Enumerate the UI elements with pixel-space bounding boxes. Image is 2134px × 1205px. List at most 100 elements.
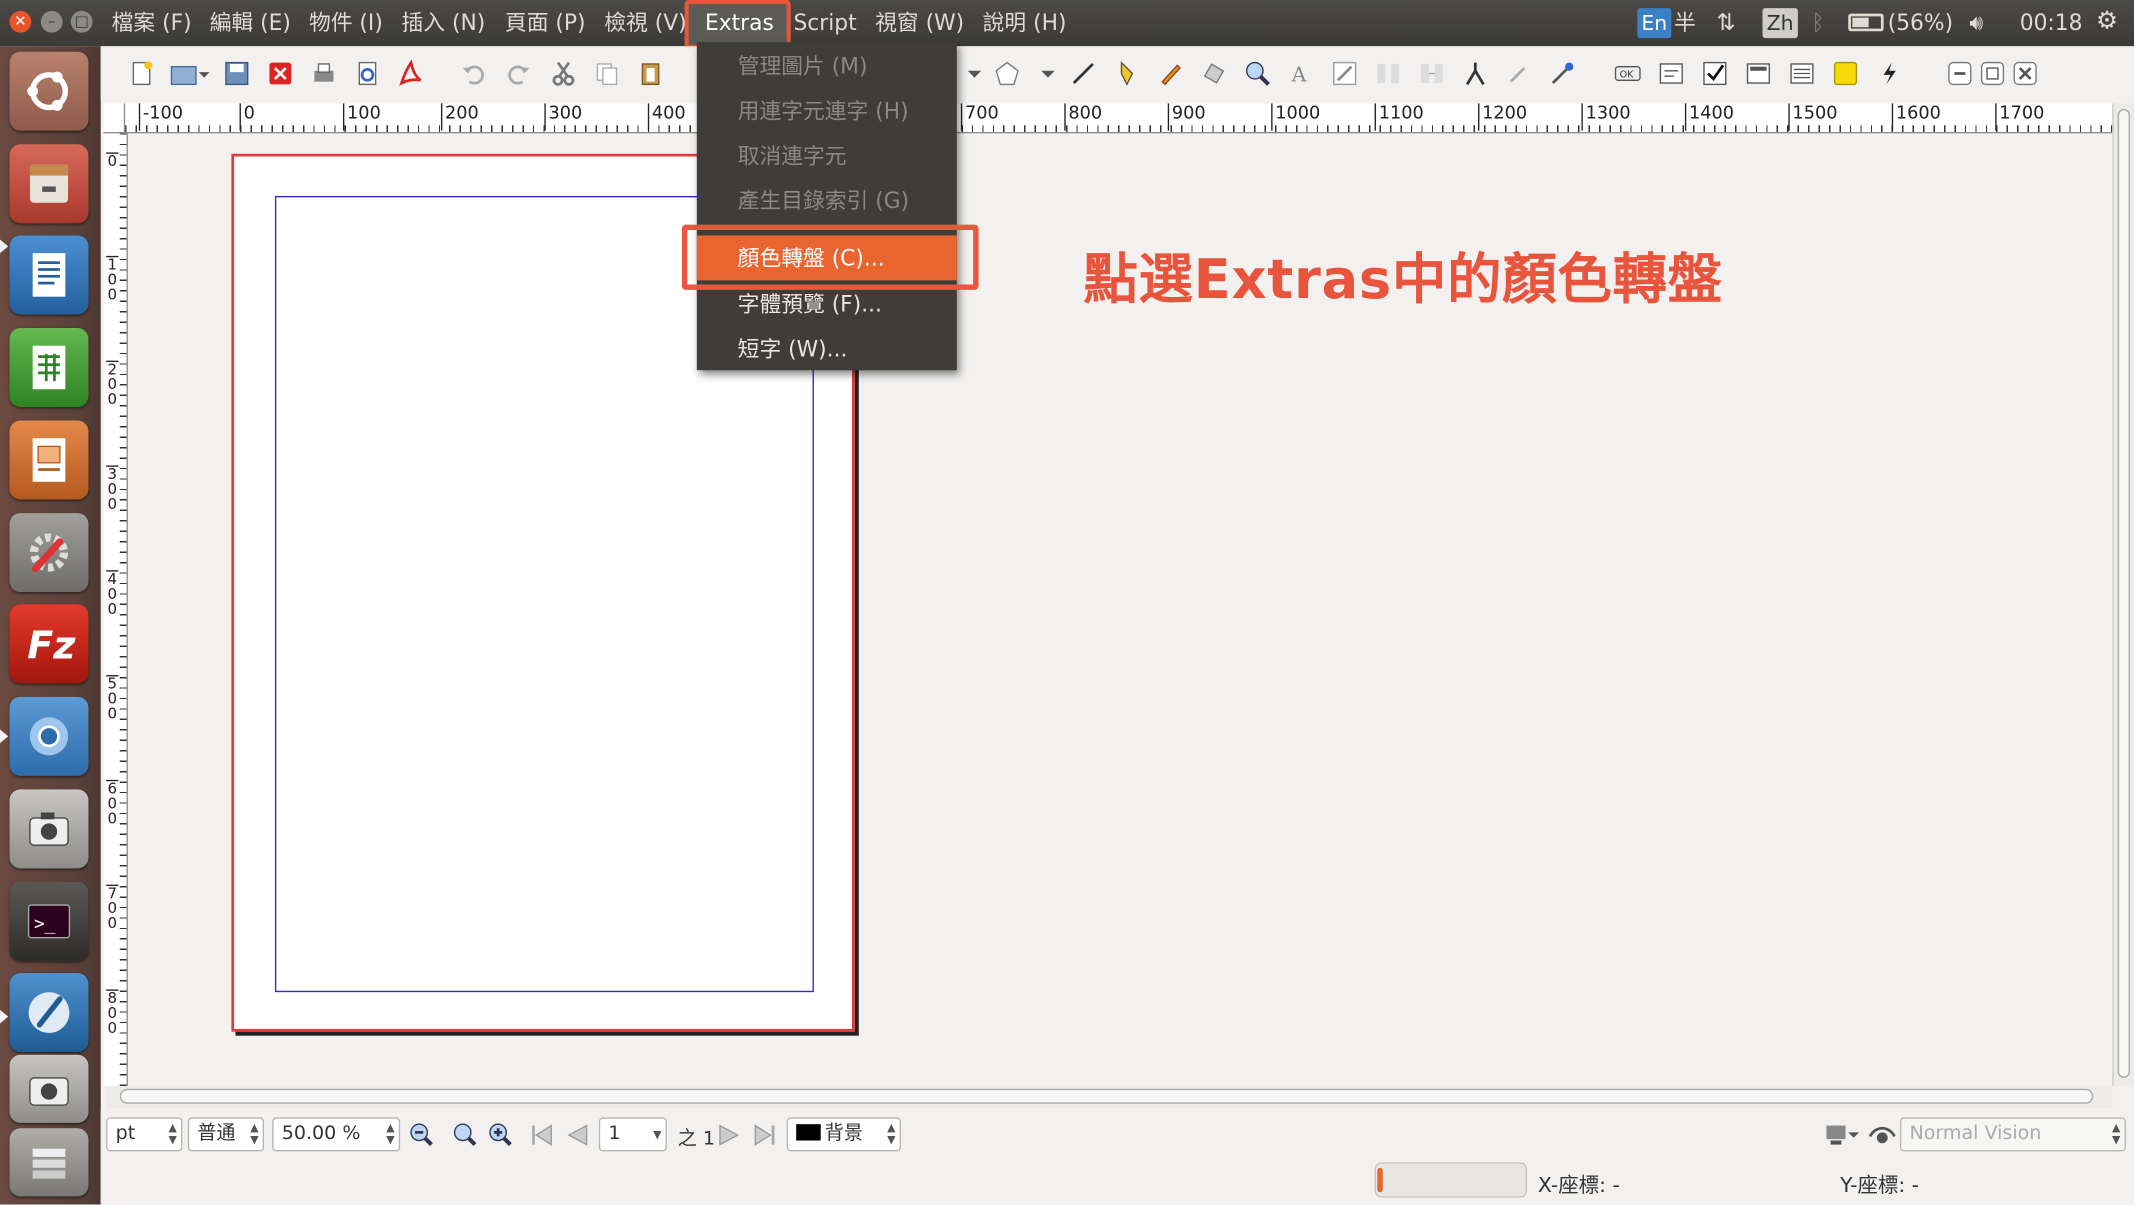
dropdown-arrow-icon[interactable] (966, 60, 982, 87)
window-maximize-icon[interactable]: □ (70, 10, 93, 33)
launcher-camera-button[interactable] (9, 789, 89, 869)
link-frames-icon[interactable] (1375, 60, 1402, 87)
freehand-tool-icon[interactable] (1157, 60, 1184, 87)
menu-insert[interactable]: 插入 (N) (401, 0, 485, 46)
zoom-100-icon[interactable] (452, 1121, 479, 1148)
menu-help[interactable]: 說明 (H) (983, 0, 1067, 46)
launcher-chromium-button[interactable] (9, 696, 89, 776)
pdf-push-button-icon[interactable]: OK (1614, 60, 1641, 87)
last-page-icon[interactable] (751, 1121, 778, 1148)
launcher-dash-button[interactable] (9, 51, 89, 131)
horizontal-scrollbar[interactable] (106, 1086, 2113, 1108)
paste-icon[interactable] (637, 60, 664, 87)
measurements-icon[interactable] (1462, 60, 1489, 87)
link-annotation-icon[interactable] (1875, 60, 1902, 87)
rotate-tool-icon[interactable] (1200, 60, 1227, 87)
network-icon[interactable]: ⇅ (1716, 10, 1735, 37)
menu-file[interactable]: 檔案 (F) (112, 0, 192, 46)
print-icon[interactable] (310, 60, 337, 87)
launcher-system-settings-button[interactable] (9, 513, 89, 593)
pdf-combo-box-icon[interactable] (1745, 60, 1772, 87)
cut-icon[interactable] (550, 60, 577, 87)
copy-icon[interactable] (593, 60, 620, 87)
launcher-impress-button[interactable] (9, 420, 89, 500)
unit-selector[interactable]: pt ▲ ▼ (106, 1117, 183, 1152)
launcher-trash-button[interactable] (9, 1128, 89, 1197)
new-document-icon[interactable] (128, 60, 155, 87)
stack-icon (32, 1148, 66, 1179)
clock[interactable]: 00:18 (2020, 0, 2083, 46)
line-tool-icon[interactable] (1070, 60, 1097, 87)
eyedropper-icon[interactable] (1549, 60, 1576, 87)
menu-generate-table-of-contents[interactable]: 產生目錄索引 (G) (697, 178, 957, 223)
menu-edit[interactable]: 編輯 (E) (210, 0, 291, 46)
dropdown-arrow-icon[interactable] (1040, 60, 1056, 87)
launcher-filezilla-button[interactable]: Fz (9, 604, 89, 684)
vision-eye-icon[interactable] (1867, 1121, 1897, 1148)
layer-selector[interactable]: 背景 ▲ ▼ (786, 1117, 901, 1152)
close-document-icon[interactable] (267, 60, 294, 87)
minimize-toolbar-icon[interactable] (1946, 60, 1973, 87)
launcher-calc-button[interactable] (9, 328, 89, 407)
bluetooth-icon[interactable]: ᛒ (1811, 10, 1824, 36)
zoom-field[interactable]: 50.00 % ▲ ▼ (272, 1117, 401, 1152)
pdf-checkbox-icon[interactable] (1701, 60, 1728, 87)
undo-icon[interactable] (460, 60, 487, 87)
menu-hyphenate-text[interactable]: 用連字元連字 (H) (697, 88, 957, 133)
menu-view[interactable]: 檢視 (V) (604, 0, 686, 46)
window-minimize-icon[interactable]: – (40, 10, 63, 33)
menu-manage-images[interactable]: 管理圖片 (M) (697, 44, 957, 89)
save-icon[interactable] (223, 60, 250, 87)
edit-text-icon[interactable]: A (1288, 60, 1315, 87)
vertical-scrollbar[interactable] (2112, 103, 2134, 1087)
launcher-writer-button[interactable] (9, 235, 89, 315)
close-toolbar-icon[interactable] (2012, 60, 2039, 87)
zoom-tool-icon[interactable] (1244, 60, 1271, 87)
menu-item[interactable]: 物件 (I) (309, 0, 383, 46)
half-width-indicator[interactable]: 半 (1674, 0, 1696, 46)
unlink-frames-icon[interactable] (1418, 60, 1445, 87)
next-page-icon[interactable] (716, 1121, 743, 1148)
vertical-scrollbar-thumb[interactable] (2117, 108, 2130, 1078)
page-number-field[interactable]: 1 ▼ (598, 1117, 667, 1152)
ruler-corner[interactable] (103, 103, 126, 134)
preflight-verifier-icon[interactable] (354, 60, 381, 87)
menu-windows[interactable]: 視窗 (W) (875, 0, 964, 46)
open-file-icon[interactable] (169, 60, 210, 87)
horizontal-scrollbar-thumb[interactable] (119, 1088, 2094, 1104)
text-annotation-icon[interactable] (1832, 60, 1859, 87)
bezier-tool-icon[interactable] (1113, 60, 1140, 87)
menu-page[interactable]: 頁面 (P) (505, 0, 586, 46)
launcher-camera-2-button[interactable] (9, 1054, 89, 1123)
pdf-text-field-icon[interactable] (1658, 60, 1685, 87)
volume-icon[interactable]: 🔊︎ (1969, 10, 1983, 37)
display-preview-icon[interactable] (1824, 1121, 1860, 1148)
pdf-list-box-icon[interactable] (1788, 60, 1815, 87)
menu-extras[interactable]: Extras (705, 0, 774, 46)
input-method-zh[interactable]: Zh (1762, 8, 1798, 39)
launcher-files-button[interactable] (9, 144, 89, 224)
zoom-in-icon[interactable] (487, 1121, 522, 1148)
menu-dehyphenate-text[interactable]: 取消連字元 (697, 133, 957, 178)
settings-gear-icon[interactable]: ⚙ (2096, 7, 2118, 36)
horizontal-ruler[interactable]: -100 0 100 200 300 400 700 800 900 1000 … (125, 103, 2113, 134)
first-page-icon[interactable] (528, 1121, 555, 1148)
window-close-icon[interactable]: ✕ (9, 10, 32, 33)
launcher-scribus-button[interactable] (9, 973, 89, 1053)
redo-icon[interactable] (505, 60, 532, 87)
input-method-en[interactable]: En (1637, 8, 1672, 39)
copy-properties-icon[interactable] (1505, 60, 1532, 87)
polygon-tool-icon[interactable] (994, 60, 1021, 87)
menu-script[interactable]: Script (793, 0, 856, 46)
battery-icon[interactable] (1848, 13, 1884, 32)
previous-page-icon[interactable] (563, 1121, 590, 1148)
preview-mode-selector[interactable]: 普通 ▲ ▼ (187, 1117, 265, 1152)
menu-short-words[interactable]: 短字 (W)... (697, 327, 957, 372)
vertical-ruler[interactable]: 0 1 0 0 2 0 0 3 0 0 4 0 0 5 0 0 6 0 0 7 … (103, 133, 128, 1087)
vision-mode-selector[interactable]: Normal Vision ▲ ▼ (1899, 1117, 2126, 1152)
launcher-terminal-button[interactable]: >_ (9, 881, 89, 961)
restore-toolbar-icon[interactable] (1979, 60, 2006, 87)
export-pdf-icon[interactable] (397, 59, 424, 87)
story-editor-icon[interactable] (1331, 60, 1358, 87)
zoom-out-icon[interactable] (408, 1121, 443, 1148)
